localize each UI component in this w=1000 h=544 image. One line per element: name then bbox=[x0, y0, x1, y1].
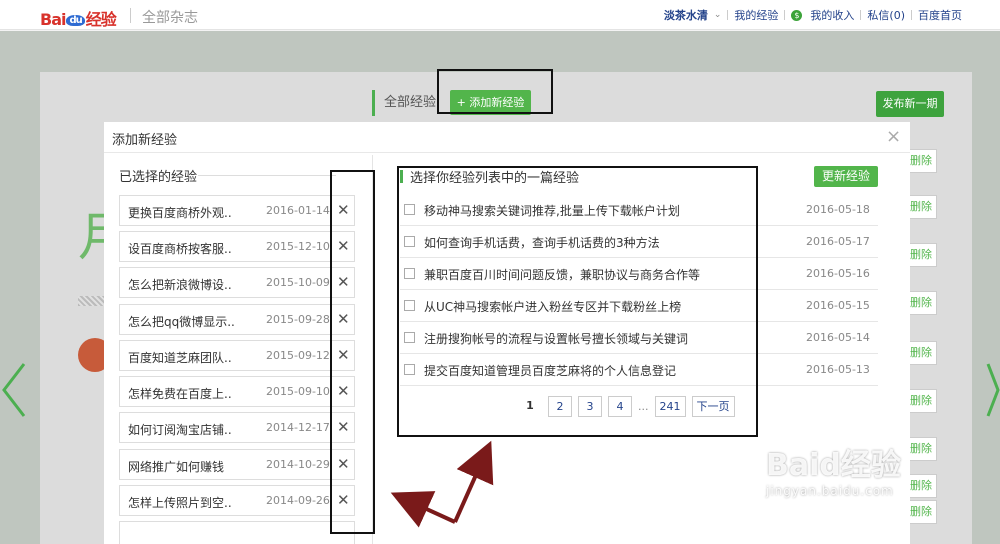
selected-item: 设百度商桥按客服.. 2015-12-10 ✕ bbox=[119, 231, 355, 262]
delete-button[interactable]: 删除 bbox=[907, 149, 937, 173]
divider bbox=[860, 10, 862, 20]
selected-item: 怎么把新浪微博设.. 2015-10-09 ✕ bbox=[119, 267, 355, 298]
delete-button[interactable]: 删除 bbox=[907, 341, 937, 365]
article-date: 2016-05-18 bbox=[806, 203, 870, 216]
annotation-box-remove-column bbox=[330, 170, 375, 534]
selected-item-title[interactable]: 怎样免费在百度上.. bbox=[128, 385, 232, 402]
carousel-prev-icon[interactable] bbox=[0, 362, 28, 418]
delete-button[interactable]: 删除 bbox=[907, 195, 937, 219]
selected-item-date: 2015-09-28 bbox=[266, 313, 330, 326]
messages-link[interactable]: 私信(0) bbox=[867, 7, 905, 23]
my-income-link[interactable]: 我的收入 bbox=[810, 7, 854, 23]
selected-item-date: 2015-12-10 bbox=[266, 240, 330, 253]
selected-item: 怎样上传照片到空.. 2014-09-26 ✕ bbox=[119, 485, 355, 516]
watermark-logo: Baid经验 bbox=[766, 448, 901, 483]
watermark: Baid经验 jingyan.baidu.com bbox=[766, 440, 901, 498]
selected-item-title[interactable]: 网络推广如何赚钱 bbox=[128, 458, 224, 475]
selected-item-title[interactable]: 怎样上传照片到空.. bbox=[128, 494, 232, 511]
section-title: 全部杂志 bbox=[142, 10, 198, 26]
watermark-url: jingyan.baidu.com bbox=[766, 484, 894, 498]
baidu-jingyan-logo[interactable]: Bai du 经验 bbox=[40, 6, 117, 30]
divider bbox=[911, 10, 912, 20]
selected-item-title[interactable]: 设百度商桥按客服.. bbox=[128, 240, 232, 257]
article-date: 2016-05-17 bbox=[806, 235, 870, 248]
article-date: 2016-05-15 bbox=[806, 299, 870, 312]
delete-button[interactable]: 删除 bbox=[907, 243, 937, 267]
delete-button[interactable]: 删除 bbox=[907, 389, 937, 413]
selected-item-date: 2016-01-14 bbox=[266, 204, 330, 217]
selected-item: 百度知道芝麻团队.. 2015-09-12 ✕ bbox=[119, 340, 355, 371]
divider bbox=[130, 8, 131, 23]
annotation-box-article-list bbox=[397, 166, 758, 437]
tab-all-experiences[interactable]: 全部经验 bbox=[372, 90, 436, 116]
selected-item-title[interactable]: 如何订阅淘宝店铺.. bbox=[128, 421, 232, 438]
selected-item-title[interactable]: 百度知道芝麻团队.. bbox=[128, 349, 232, 366]
divider bbox=[727, 10, 729, 20]
close-icon[interactable]: × bbox=[886, 126, 901, 147]
selected-item-date: 2015-09-10 bbox=[266, 385, 330, 398]
selected-item: 如何订阅淘宝店铺.. 2014-12-17 ✕ bbox=[119, 412, 355, 443]
divider bbox=[198, 175, 336, 176]
article-date: 2016-05-16 bbox=[806, 267, 870, 280]
my-experience-link[interactable]: 我的经验 bbox=[734, 7, 778, 23]
divider bbox=[784, 10, 786, 20]
selected-list-title: 已选择的经验 bbox=[119, 170, 198, 185]
selected-item-date: 2014-10-29 bbox=[266, 458, 330, 471]
selected-item-date: 2014-12-17 bbox=[266, 421, 330, 434]
chevron-down-icon[interactable]: ⌄ bbox=[714, 10, 722, 20]
annotation-box-add-button bbox=[437, 69, 553, 114]
delete-button[interactable]: 删除 bbox=[907, 500, 937, 524]
selected-item-date: 2015-09-12 bbox=[266, 349, 330, 362]
selected-item-partial bbox=[119, 521, 355, 544]
delete-button[interactable]: 删除 bbox=[907, 437, 937, 461]
selected-item: 网络推广如何赚钱 2014-10-29 ✕ bbox=[119, 449, 355, 480]
user-name-menu[interactable]: 淡茶水清 bbox=[664, 7, 708, 23]
money-icon: $ bbox=[791, 9, 803, 21]
selected-item-date: 2014-09-26 bbox=[266, 494, 330, 507]
divider bbox=[104, 152, 910, 153]
selected-item-title[interactable]: 怎么把qq微博显示.. bbox=[128, 313, 235, 330]
selected-item-date: 2015-10-09 bbox=[266, 276, 330, 289]
article-date: 2016-05-14 bbox=[806, 331, 870, 344]
update-experience-button[interactable]: 更新经验 bbox=[814, 166, 878, 187]
selected-item-title[interactable]: 更换百度商桥外观.. bbox=[128, 204, 232, 221]
baidu-home-link[interactable]: 百度首页 bbox=[918, 7, 962, 23]
selected-item: 更换百度商桥外观.. 2016-01-14 ✕ bbox=[119, 195, 355, 226]
dialog-title: 添加新经验 bbox=[112, 133, 178, 148]
selected-item: 怎样免费在百度上.. 2015-09-10 ✕ bbox=[119, 376, 355, 407]
delete-button[interactable]: 删除 bbox=[907, 291, 937, 315]
selected-item: 怎么把qq微博显示.. 2015-09-28 ✕ bbox=[119, 304, 355, 335]
user-nav: 淡茶水清 ⌄ 我的经验 $ 我的收入 私信(0) 百度首页 bbox=[664, 7, 962, 23]
carousel-next-icon[interactable] bbox=[984, 362, 1000, 418]
delete-button[interactable]: 删除 bbox=[907, 474, 937, 498]
article-date: 2016-05-13 bbox=[806, 363, 870, 376]
top-navbar: Bai du 经验 全部杂志 淡茶水清 ⌄ 我的经验 $ 我的收入 私信(0) 百度… bbox=[0, 0, 1000, 30]
selected-item-title[interactable]: 怎么把新浪微博设.. bbox=[128, 276, 232, 293]
publish-new-issue-button[interactable]: 发布新一期 bbox=[876, 91, 944, 117]
